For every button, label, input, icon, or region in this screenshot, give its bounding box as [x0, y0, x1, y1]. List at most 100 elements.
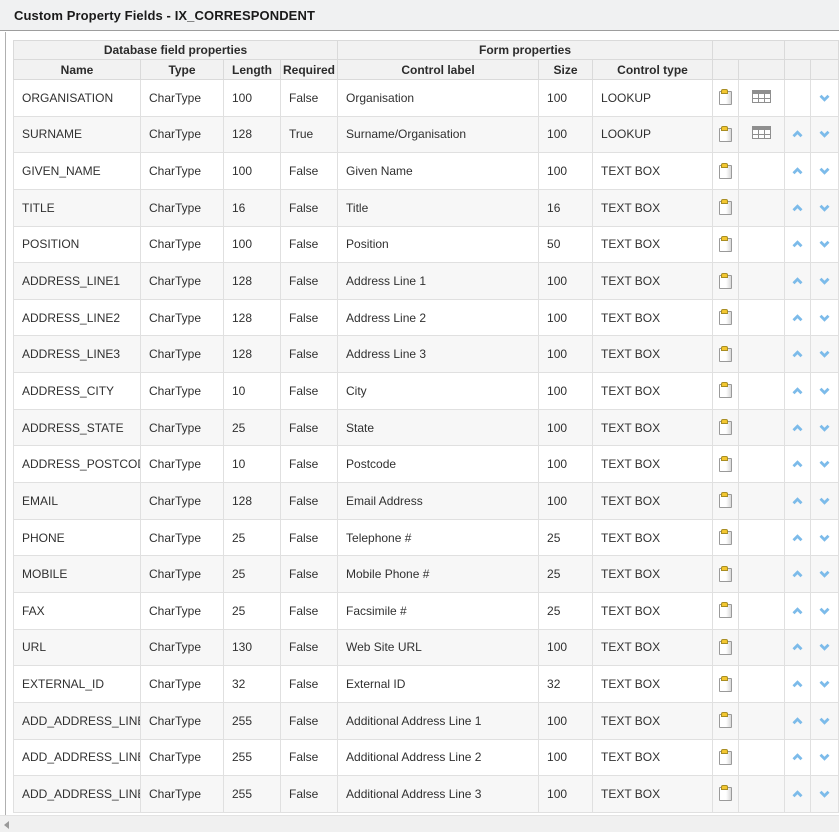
clipboard-icon[interactable] [719, 674, 732, 692]
cell-name: GIVEN_NAME [14, 153, 141, 190]
clipboard-icon[interactable] [719, 271, 732, 289]
cell-length: 128 [224, 483, 281, 520]
cell-control-label: Additional Address Line 1 [338, 702, 539, 739]
chevron-up-icon[interactable] [792, 643, 803, 651]
cell-length: 25 [224, 556, 281, 593]
chevron-up-icon[interactable] [792, 570, 803, 578]
scroll-left-arrow-icon[interactable] [4, 821, 9, 829]
chevron-up-icon[interactable] [792, 497, 803, 505]
chevron-down-icon[interactable] [819, 387, 830, 395]
table-row: ADD_ADDRESS_LINE2 CharType 255 False Add… [14, 739, 839, 776]
chevron-up-icon[interactable] [792, 350, 803, 358]
clipboard-icon[interactable] [719, 710, 732, 728]
custom-property-fields-table: Database field properties Form propertie… [13, 40, 839, 813]
cell-length: 32 [224, 666, 281, 703]
chevron-up-icon[interactable] [792, 277, 803, 285]
chevron-up-icon[interactable] [792, 314, 803, 322]
table-grid-icon[interactable] [752, 90, 771, 103]
clipboard-icon[interactable] [719, 161, 732, 179]
horizontal-scrollbar[interactable] [0, 815, 839, 832]
chevron-down-icon[interactable] [819, 497, 830, 505]
chevron-down-icon[interactable] [819, 534, 830, 542]
clipboard-icon[interactable] [719, 783, 732, 801]
chevron-down-icon[interactable] [819, 643, 830, 651]
cell-type: CharType [141, 483, 224, 520]
cell-size: 25 [539, 519, 593, 556]
clipboard-icon[interactable] [719, 344, 732, 362]
cell-control-type: TEXT BOX [593, 519, 713, 556]
cell-control-label: Email Address [338, 483, 539, 520]
cell-size: 100 [539, 116, 593, 153]
chevron-up-icon[interactable] [792, 204, 803, 212]
cell-required: False [281, 189, 338, 226]
cell-control-label: Web Site URL [338, 629, 539, 666]
chevron-down-icon[interactable] [819, 204, 830, 212]
clipboard-icon[interactable] [719, 564, 732, 582]
column-header-length: Length [224, 60, 281, 80]
page-title: Custom Property Fields - IX_CORRESPONDEN… [14, 8, 315, 23]
chevron-up-icon[interactable] [792, 680, 803, 688]
clipboard-icon[interactable] [719, 637, 732, 655]
clipboard-icon[interactable] [719, 490, 732, 508]
chevron-down-icon[interactable] [819, 350, 830, 358]
clipboard-icon[interactable] [719, 124, 732, 142]
chevron-down-icon[interactable] [819, 424, 830, 432]
chevron-up-icon[interactable] [792, 240, 803, 248]
chevron-up-icon[interactable] [792, 717, 803, 725]
chevron-up-icon[interactable] [792, 167, 803, 175]
chevron-up-icon[interactable] [792, 790, 803, 798]
cell-type: CharType [141, 702, 224, 739]
cell-control-label: Given Name [338, 153, 539, 190]
cell-control-label: Telephone # [338, 519, 539, 556]
window-titlebar: Custom Property Fields - IX_CORRESPONDEN… [0, 0, 839, 31]
chevron-down-icon[interactable] [819, 790, 830, 798]
cell-size: 100 [539, 702, 593, 739]
chevron-down-icon[interactable] [819, 130, 830, 138]
chevron-down-icon[interactable] [819, 717, 830, 725]
clipboard-icon[interactable] [719, 600, 732, 618]
cell-control-type: TEXT BOX [593, 666, 713, 703]
chevron-up-icon[interactable] [792, 607, 803, 615]
table-grid-icon[interactable] [752, 126, 771, 139]
chevron-up-icon[interactable] [792, 424, 803, 432]
chevron-down-icon[interactable] [819, 460, 830, 468]
chevron-down-icon[interactable] [819, 680, 830, 688]
column-header-size: Size [539, 60, 593, 80]
chevron-down-icon[interactable] [819, 607, 830, 615]
clipboard-icon[interactable] [719, 747, 732, 765]
cell-size: 16 [539, 189, 593, 226]
clipboard-icon[interactable] [719, 197, 732, 215]
clipboard-icon[interactable] [719, 234, 732, 252]
cell-required: False [281, 519, 338, 556]
chevron-up-icon[interactable] [792, 387, 803, 395]
chevron-down-icon[interactable] [819, 570, 830, 578]
clipboard-icon[interactable] [719, 417, 732, 435]
chevron-down-icon[interactable] [819, 753, 830, 761]
chevron-down-icon[interactable] [819, 167, 830, 175]
cell-length: 25 [224, 519, 281, 556]
cell-control-label: Additional Address Line 2 [338, 739, 539, 776]
chevron-up-icon[interactable] [792, 753, 803, 761]
clipboard-icon[interactable] [719, 527, 732, 545]
clipboard-icon[interactable] [719, 87, 732, 105]
cell-control-type: TEXT BOX [593, 409, 713, 446]
cell-length: 25 [224, 409, 281, 446]
cell-type: CharType [141, 666, 224, 703]
clipboard-icon[interactable] [719, 380, 732, 398]
table-row: ADDRESS_POSTCODE CharType 10 False Postc… [14, 446, 839, 483]
cell-control-label: External ID [338, 666, 539, 703]
chevron-up-icon[interactable] [792, 534, 803, 542]
chevron-up-icon[interactable] [792, 460, 803, 468]
chevron-up-icon[interactable] [792, 130, 803, 138]
chevron-down-icon[interactable] [819, 314, 830, 322]
cell-control-type: TEXT BOX [593, 776, 713, 813]
chevron-down-icon[interactable] [819, 94, 830, 102]
cell-control-label: Facsimile # [338, 592, 539, 629]
chevron-down-icon[interactable] [819, 277, 830, 285]
clipboard-icon[interactable] [719, 454, 732, 472]
chevron-down-icon[interactable] [819, 240, 830, 248]
cell-name: FAX [14, 592, 141, 629]
cell-control-type: TEXT BOX [593, 592, 713, 629]
clipboard-icon[interactable] [719, 307, 732, 325]
cell-control-type: TEXT BOX [593, 373, 713, 410]
